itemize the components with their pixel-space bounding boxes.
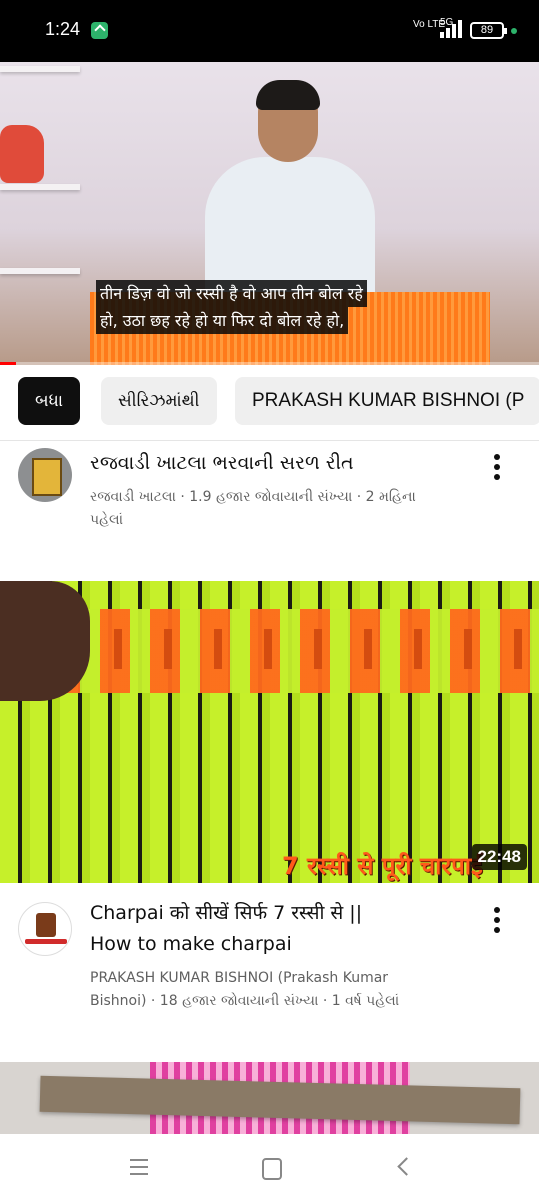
video-subtitles: तीन डिज़ वो जो रस्सी है वो आप तीन बोल रह… bbox=[96, 280, 367, 334]
video-meta: રજવાડી ખાટલા · 1.9 હજાર જોવાયાની સંખ્યા … bbox=[90, 486, 470, 532]
video-meta-line: રજવાડી ખાટલા · 1.9 હજાર જોવાયાની સંખ્યા … bbox=[90, 489, 416, 505]
video-scene-person-hair bbox=[256, 80, 320, 110]
divider bbox=[0, 440, 539, 441]
subtitle-line: हो, उठा छह रहे हो या फिर दो बोल रहे हो, bbox=[96, 307, 349, 334]
video-title-line: Charpai को सीखें सिर्फ 7 रस्सी से || bbox=[90, 902, 363, 924]
home-icon[interactable] bbox=[257, 1154, 283, 1180]
status-time: 1:24 bbox=[45, 19, 81, 39]
menu-icon[interactable] bbox=[126, 1154, 152, 1180]
video-title: Charpai को सीखें सिर्फ 7 रस्सी से || How… bbox=[90, 898, 480, 960]
subtitle-line: तीन डिज़ वो जो रस्सी है वो आप तीन बोल रह… bbox=[96, 280, 367, 307]
chip-channel[interactable]: PRAKASH KUMAR BISHNOI (P bbox=[235, 377, 539, 425]
notification-app-icon bbox=[91, 22, 108, 39]
more-options-icon[interactable] bbox=[488, 454, 506, 482]
thumbnail-caption: 7 रस्सी से पूरी चारपाई bbox=[282, 852, 483, 880]
video-scene-shelf bbox=[0, 268, 80, 274]
more-options-icon[interactable] bbox=[488, 907, 506, 935]
next-video-thumbnail[interactable] bbox=[0, 1062, 539, 1134]
video-scene-shelf bbox=[0, 66, 80, 72]
video-player[interactable]: तीन डिज़ वो जो रस्सी है वो आप तीन बोल रह… bbox=[0, 62, 539, 365]
duration-badge: 22:48 bbox=[471, 844, 527, 870]
video-thumbnail[interactable]: 7 रस्सी से पूरी चारपाई 22:48 bbox=[0, 581, 539, 883]
video-meta-line: પહેલાં bbox=[90, 512, 124, 528]
video-scene-shelf bbox=[0, 184, 80, 190]
channel-avatar-icon[interactable] bbox=[18, 902, 72, 956]
video-scene-cushion bbox=[0, 125, 44, 183]
video-meta: PRAKASH KUMAR BISHNOI (Prakash Kumar Bis… bbox=[90, 967, 470, 1013]
privacy-dot-icon bbox=[511, 28, 517, 34]
chip-from-series[interactable]: સીરિઝમાંથી bbox=[101, 377, 217, 425]
video-meta-line: Bishnoi) · 18 હજાર જોવાયાની સંખ્યા · 1 વ… bbox=[90, 993, 400, 1009]
status-bar: 1:24 Vo LTE 5G 89 bbox=[0, 0, 539, 62]
channel-avatar-icon[interactable] bbox=[18, 448, 72, 502]
thumbnail-hand bbox=[0, 581, 90, 701]
back-icon[interactable] bbox=[391, 1154, 417, 1180]
video-title: રજવાડી ખાટલા ભરવાની સરળ રીત bbox=[90, 452, 354, 474]
chip-all[interactable]: બધા bbox=[18, 377, 81, 425]
filter-chips: બધા સીરિઝમાંથી PRAKASH KUMAR BISHNOI (P bbox=[0, 365, 539, 441]
signal-icon bbox=[440, 20, 464, 38]
battery-icon: 89 bbox=[470, 22, 507, 39]
video-meta-line: PRAKASH KUMAR BISHNOI (Prakash Kumar bbox=[90, 970, 389, 986]
video-title-line: How to make charpai bbox=[90, 933, 292, 955]
system-nav-bar bbox=[0, 1134, 539, 1200]
